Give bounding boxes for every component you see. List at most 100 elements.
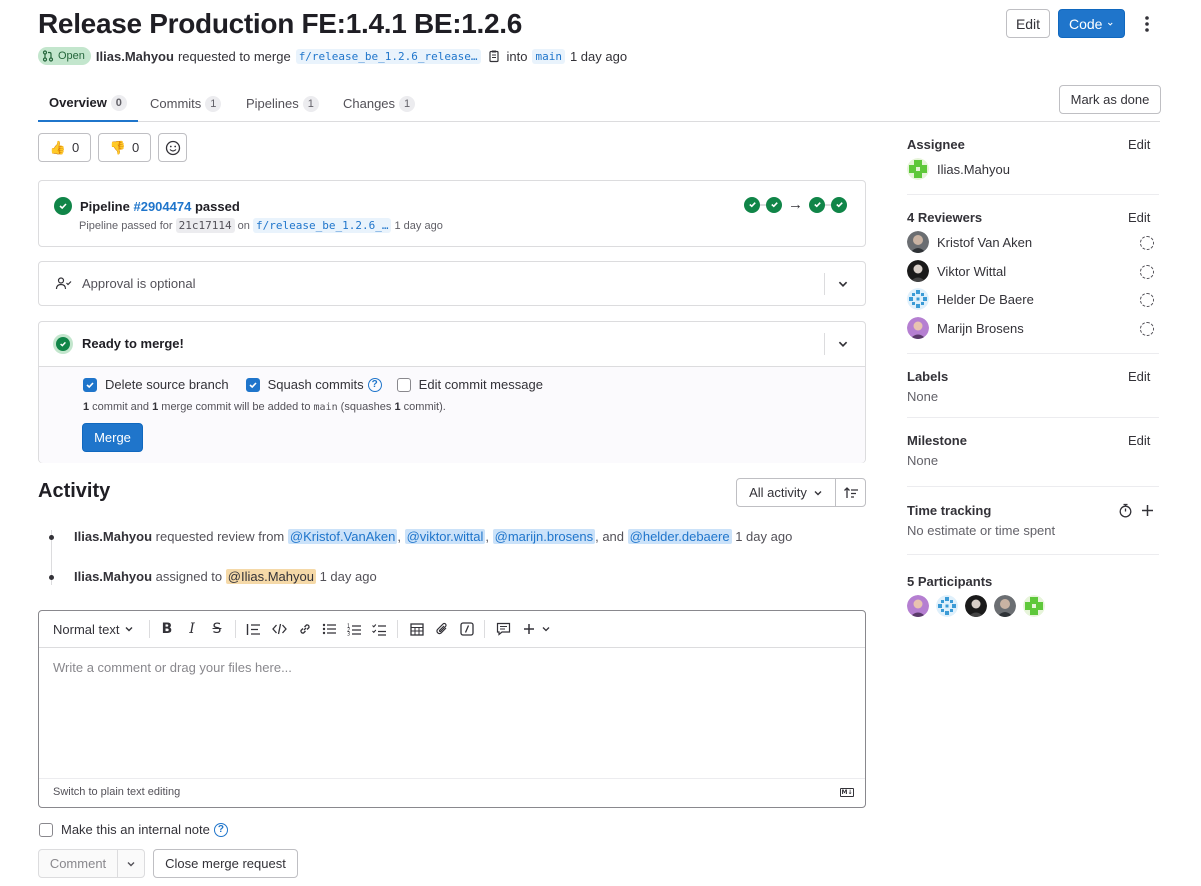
text-format-dropdown[interactable]: Normal text <box>53 620 134 638</box>
avatar <box>907 158 929 180</box>
assignee-title: Assignee <box>907 137 965 152</box>
markdown-icon: M↓ <box>840 788 854 797</box>
avatar <box>907 231 929 253</box>
italic-icon[interactable]: I <box>186 620 198 638</box>
stopwatch-icon[interactable] <box>1118 503 1133 518</box>
reviewer-row[interactable]: Kristof Van Aken <box>907 231 1032 253</box>
avatar[interactable] <box>965 595 987 617</box>
tab-pipelines[interactable]: Pipelines 1 <box>246 85 319 122</box>
blockquote-icon[interactable] <box>245 620 261 638</box>
more-insert-icon[interactable] <box>521 620 553 638</box>
status-success-icon[interactable] <box>54 197 72 215</box>
reviewer-row[interactable]: Viktor Wittal <box>907 260 1006 282</box>
pipeline-branch[interactable]: f/release_be_1.2.6_… <box>252 218 392 233</box>
chevron-down-icon[interactable] <box>837 338 849 350</box>
target-branch[interactable]: main <box>532 48 565 64</box>
user-mention[interactable]: @Ilias.Mahyou <box>225 569 316 584</box>
internal-note-checkbox[interactable] <box>39 822 53 837</box>
chevron-down-icon <box>127 861 135 866</box>
thumbs-down-button[interactable]: 👎 0 <box>98 133 151 162</box>
add-reaction-button[interactable] <box>158 133 187 162</box>
status-badge: Open <box>38 47 91 65</box>
activity-item: Ilias.Mahyou requested review from @Kris… <box>74 529 793 544</box>
bold-icon[interactable]: B <box>160 620 174 638</box>
code-dropdown-button[interactable]: Code <box>1058 9 1125 38</box>
numbered-list-icon[interactable]: 123 <box>346 620 362 638</box>
user-mention[interactable]: @Kristof.VanAken <box>287 529 398 544</box>
avatar <box>907 260 929 282</box>
approval-icon <box>55 277 72 290</box>
thumbs-up-button[interactable]: 👍 0 <box>38 133 91 162</box>
task-list-icon[interactable] <box>371 620 387 638</box>
author-link[interactable]: Ilias.Mahyou <box>96 49 174 64</box>
commit-sha[interactable]: 21c17114 <box>175 218 235 233</box>
participants-list <box>907 595 1045 617</box>
milestone-edit-link[interactable]: Edit <box>1128 433 1150 448</box>
code-icon[interactable] <box>271 620 287 638</box>
pipeline-widget: Pipeline #2904474 passed Pipeline passed… <box>38 180 866 247</box>
sort-icon <box>843 486 858 498</box>
squash-commits-checkbox[interactable] <box>245 377 260 392</box>
help-icon[interactable]: ? <box>367 377 382 392</box>
tab-commits[interactable]: Commits 1 <box>150 85 222 122</box>
reviewers-edit-link[interactable]: Edit <box>1128 210 1150 225</box>
stage-success-icon[interactable] <box>831 196 847 213</box>
user-mention[interactable]: @viktor.wittal <box>404 529 486 544</box>
stage-success-icon[interactable] <box>809 196 825 213</box>
source-branch[interactable]: f/release_be_1.2.6_release… <box>295 48 481 64</box>
labels-value: None <box>907 389 939 404</box>
stage-success-icon[interactable] <box>744 196 760 213</box>
link-icon[interactable] <box>297 620 313 638</box>
avatar[interactable] <box>1023 595 1045 617</box>
thumbs-up-icon: 👍 <box>49 139 66 155</box>
tab-overview[interactable]: Overview 0 <box>38 85 138 122</box>
reviewer-row[interactable]: Helder De Baere <box>907 288 1034 310</box>
attachment-icon[interactable] <box>434 620 450 638</box>
comment-input[interactable]: Write a comment or drag your files here.… <box>39 648 865 778</box>
table-icon[interactable] <box>409 620 425 638</box>
avatar[interactable] <box>994 595 1016 617</box>
copy-icon[interactable] <box>487 49 501 63</box>
mark-as-done-button[interactable]: Mark as done <box>1059 85 1161 114</box>
strikethrough-icon[interactable]: S <box>210 620 224 638</box>
edit-commit-message-checkbox[interactable] <box>396 377 411 392</box>
svg-text:3: 3 <box>347 631 350 636</box>
chevron-down-icon <box>814 490 822 495</box>
reviewer-row[interactable]: Marijn Brosens <box>907 317 1024 339</box>
help-icon[interactable]: ? <box>213 822 228 837</box>
merge-request-icon <box>42 50 54 62</box>
merge-button[interactable]: Merge <box>82 423 143 452</box>
comment-template-icon[interactable] <box>495 620 511 638</box>
comment-button[interactable]: Comment <box>38 849 118 878</box>
add-time-icon[interactable] <box>1141 504 1154 517</box>
pipeline-link[interactable]: #2904474 <box>133 199 191 214</box>
chevron-down-icon[interactable] <box>837 278 849 290</box>
sort-direction-button[interactable] <box>835 478 866 507</box>
more-actions-icon[interactable] <box>1139 14 1155 34</box>
time-tracking-value: No estimate or time spent <box>907 523 1056 538</box>
user-mention[interactable]: @helder.debaere <box>627 529 732 544</box>
assignee-edit-link[interactable]: Edit <box>1128 137 1150 152</box>
assignee-row[interactable]: Ilias.Mahyou <box>907 158 1010 180</box>
switch-editor-link[interactable]: Switch to plain text editing <box>53 786 180 798</box>
avatar[interactable] <box>936 595 958 617</box>
labels-edit-link[interactable]: Edit <box>1128 369 1150 384</box>
avatar[interactable] <box>907 595 929 617</box>
author-link[interactable]: Ilias.Mahyou <box>74 529 152 544</box>
user-mention[interactable]: @marijn.brosens <box>492 529 596 544</box>
mr-meta-line: Open Ilias.Mahyou requested to merge f/r… <box>38 46 627 66</box>
delete-source-branch-checkbox[interactable] <box>83 377 97 392</box>
bullet-list-icon[interactable] <box>321 620 337 638</box>
participants-title: 5 Participants <box>907 574 993 589</box>
activity-filter-dropdown[interactable]: All activity <box>736 478 836 507</box>
stage-success-icon[interactable] <box>766 196 782 213</box>
close-merge-request-button[interactable]: Close merge request <box>153 849 298 878</box>
author-link[interactable]: Ilias.Mahyou <box>74 569 152 584</box>
quick-actions-icon[interactable] <box>459 620 475 638</box>
reviewers-title: 4 Reviewers <box>907 210 983 225</box>
page-title: Release Production FE:1.4.1 BE:1.2.6 <box>38 8 523 39</box>
edit-title-button[interactable]: Edit <box>1006 9 1050 38</box>
tab-changes[interactable]: Changes 1 <box>343 85 416 122</box>
review-pending-icon <box>1140 236 1154 250</box>
comment-options-dropdown[interactable] <box>117 849 145 878</box>
